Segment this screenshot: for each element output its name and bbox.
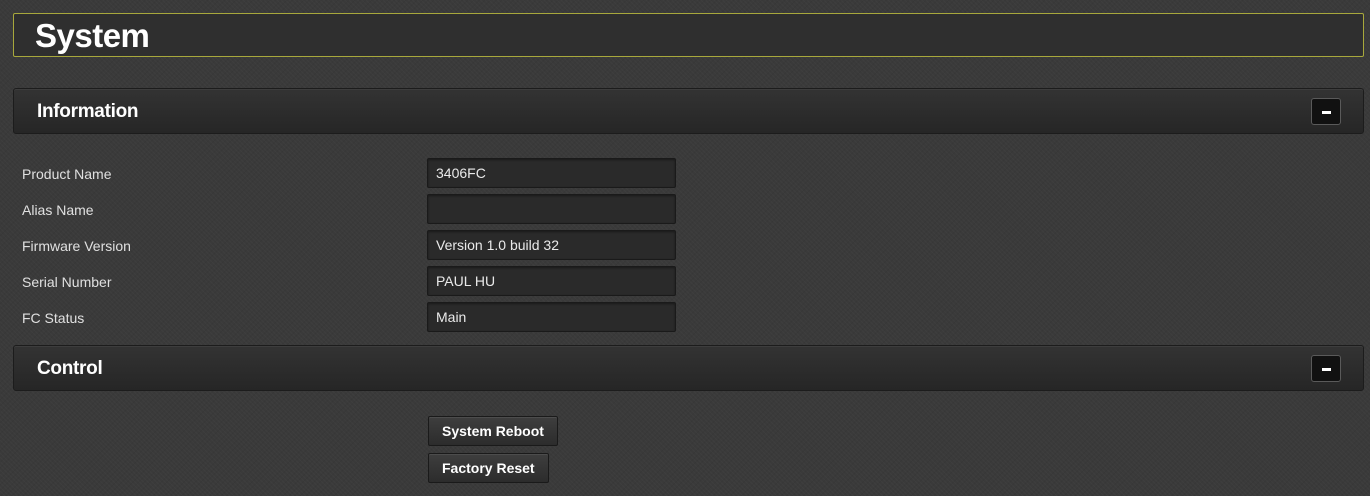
control-collapse-button[interactable]: [1311, 355, 1341, 382]
information-collapse-button[interactable]: [1311, 98, 1341, 125]
control-section-title: Control: [37, 358, 103, 379]
fc-status-label: FC Status: [22, 310, 85, 326]
minus-icon: [1322, 111, 1331, 114]
info-row-serial-number: Serial Number PAUL HU: [0, 266, 700, 296]
control-section-header: Control: [13, 345, 1364, 391]
firmware-version-field[interactable]: Version 1.0 build 32: [427, 230, 676, 260]
page-header: System: [13, 13, 1364, 57]
serial-number-field[interactable]: PAUL HU: [427, 266, 676, 296]
fc-status-field[interactable]: Main: [427, 302, 676, 332]
factory-reset-button[interactable]: Factory Reset: [428, 453, 549, 483]
firmware-version-label: Firmware Version: [22, 238, 131, 254]
info-row-alias-name: Alias Name: [0, 194, 700, 224]
product-name-label: Product Name: [22, 166, 112, 182]
info-row-product-name: Product Name 3406FC: [0, 158, 700, 188]
minus-icon: [1322, 368, 1331, 371]
product-name-field[interactable]: 3406FC: [427, 158, 676, 188]
page-title: System: [35, 17, 150, 54]
information-section-header: Information: [13, 88, 1364, 134]
info-row-firmware-version: Firmware Version Version 1.0 build 32: [0, 230, 700, 260]
info-row-fc-status: FC Status Main: [0, 302, 700, 332]
alias-name-label: Alias Name: [22, 202, 94, 218]
serial-number-label: Serial Number: [22, 274, 112, 290]
information-section-title: Information: [37, 101, 139, 122]
system-reboot-button[interactable]: System Reboot: [428, 416, 558, 446]
alias-name-field[interactable]: [427, 194, 676, 224]
